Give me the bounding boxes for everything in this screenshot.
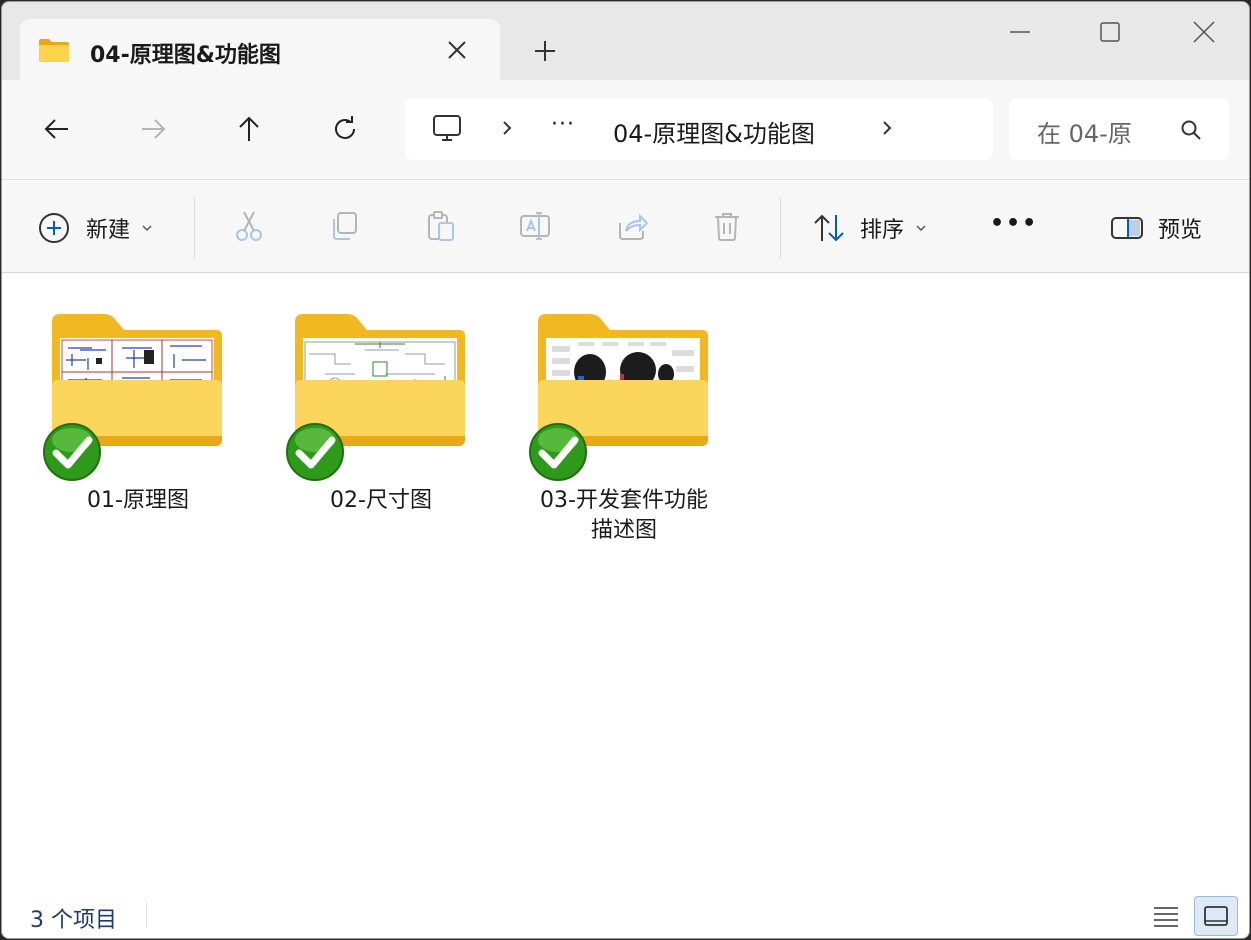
- details-view-button[interactable]: [1144, 896, 1188, 936]
- search-icon[interactable]: [1179, 118, 1203, 142]
- refresh-icon[interactable]: [330, 114, 360, 144]
- divider: [194, 197, 195, 259]
- navigation-bar: ··· 04-原理图&功能图 在 04-原: [2, 80, 1249, 180]
- item-count: 3 个项目: [30, 908, 117, 933]
- title-bar: 04-原理图&功能图: [2, 2, 1249, 81]
- tile-view-icon: [1204, 906, 1228, 926]
- folder-item[interactable]: 03-开发套件功能 描述图: [508, 304, 708, 564]
- delete-icon[interactable]: [710, 209, 744, 243]
- sort-arrows-icon: [814, 214, 844, 242]
- paste-icon[interactable]: [424, 209, 458, 243]
- folder-item[interactable]: 01-原理图: [22, 304, 222, 564]
- maximize-icon[interactable]: [1096, 18, 1124, 46]
- sync-complete-check-icon: [286, 423, 344, 481]
- preview-pane-button[interactable]: 预览: [1110, 211, 1202, 245]
- chevron-right-icon[interactable]: [499, 118, 515, 138]
- command-bar: 新建 排序 ••• 预览: [2, 181, 1249, 273]
- share-icon[interactable]: [616, 209, 650, 243]
- tab-title: 04-原理图&功能图: [90, 43, 281, 68]
- new-button[interactable]: 新建: [38, 211, 154, 245]
- large-icons-view-button[interactable]: [1194, 896, 1238, 936]
- copy-icon[interactable]: [328, 209, 362, 243]
- close-tab-icon[interactable]: [444, 37, 470, 63]
- rename-icon[interactable]: [518, 209, 552, 243]
- folder-name: 03-开发套件功能 描述图: [540, 488, 708, 543]
- more-options-button[interactable]: •••: [990, 211, 1038, 236]
- folder-item[interactable]: 02-尺寸图: [265, 304, 465, 564]
- sync-complete-check-icon: [43, 423, 101, 481]
- computer-icon[interactable]: [431, 112, 463, 144]
- new-tab-button[interactable]: [532, 38, 558, 64]
- divider: [146, 902, 147, 928]
- cut-icon[interactable]: [232, 209, 266, 243]
- minimize-icon[interactable]: [1006, 18, 1034, 46]
- folder-name: 01-原理图: [87, 488, 189, 513]
- chevron-right-icon[interactable]: [879, 118, 895, 138]
- folder-icon: [39, 39, 69, 62]
- status-bar: 3 个项目: [2, 894, 1249, 938]
- up-arrow-icon[interactable]: [234, 114, 264, 144]
- divider: [780, 197, 781, 259]
- sort-button[interactable]: 排序: [812, 211, 928, 245]
- list-lines-icon: [1154, 907, 1178, 927]
- forward-arrow-icon[interactable]: [138, 114, 168, 144]
- breadcrumb-overflow[interactable]: ···: [551, 112, 575, 137]
- chevron-down-icon: [142, 225, 152, 232]
- search-box[interactable]: 在 04-原: [1009, 98, 1229, 160]
- folder-name: 02-尺寸图: [330, 488, 432, 513]
- address-bar[interactable]: ··· 04-原理图&功能图: [405, 98, 993, 160]
- add-circle-icon: [39, 213, 69, 243]
- close-window-icon[interactable]: [1190, 18, 1218, 46]
- chevron-down-icon: [916, 225, 926, 232]
- file-list: 01-原理图 02-尺寸图 03-开发套件功能 描述图: [2, 274, 1249, 894]
- search-placeholder: 在 04-原: [1037, 120, 1132, 148]
- preview-button-label: 预览: [1158, 218, 1203, 243]
- preview-pane-icon: [1111, 217, 1143, 239]
- tab-current-folder[interactable]: 04-原理图&功能图: [20, 19, 500, 81]
- sync-complete-check-icon: [529, 423, 587, 481]
- back-arrow-icon[interactable]: [42, 114, 72, 144]
- breadcrumb-current-folder[interactable]: 04-原理图&功能图: [613, 114, 815, 149]
- file-explorer-window: 04-原理图&功能图 ··· 04-原理图&功能图 在 04-原 新建 排序 •…: [1, 1, 1250, 939]
- sort-button-label: 排序: [860, 218, 905, 243]
- new-button-label: 新建: [86, 218, 131, 243]
